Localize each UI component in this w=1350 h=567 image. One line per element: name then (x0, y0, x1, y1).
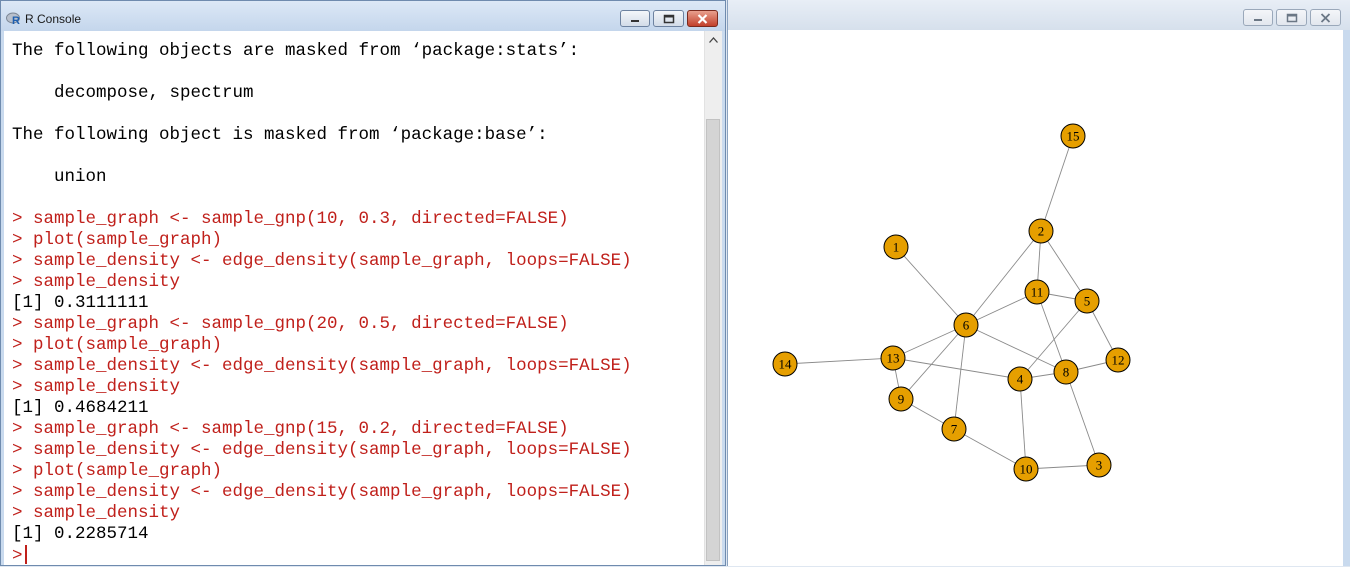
console-command-line: > sample_graph <- sample_gnp(20, 0.5, di… (12, 314, 569, 334)
console-command-line: > sample_density <- edge_density(sample_… (12, 251, 632, 271)
graph-node-15: 15 (1060, 123, 1086, 149)
node-label: 4 (1017, 372, 1024, 387)
console-titlebar[interactable]: R R Console (1, 1, 725, 31)
graph-titlebar[interactable] (728, 0, 1350, 30)
graph-node-13: 13 (880, 345, 906, 371)
r-logo-icon: R (6, 12, 20, 26)
graph-edge-14-13 (784, 357, 894, 365)
text-cursor (24, 545, 27, 564)
minimize-button[interactable] (620, 10, 650, 27)
console-text: The following objects are masked from ‘p… (12, 41, 700, 566)
graph-node-9: 9 (888, 386, 914, 412)
node-label: 2 (1038, 224, 1045, 239)
console-output-line: decompose, spectrum (12, 83, 254, 103)
close-button[interactable] (687, 10, 718, 27)
minimize-icon (1254, 18, 1262, 21)
console-command-line: > sample_graph <- sample_gnp(15, 0.2, di… (12, 419, 569, 439)
console-command-line: > plot(sample_graph) (12, 461, 223, 481)
graph-node-3: 3 (1086, 452, 1112, 478)
vertical-scrollbar[interactable] (704, 31, 722, 565)
scrollbar-thumb[interactable] (706, 119, 720, 561)
graphics-device-window[interactable]: 1 2 3 4 5 6 7 8 9 10 11 12 13 14 15 (727, 0, 1350, 566)
graph-node-5: 5 (1074, 288, 1100, 314)
restore-icon (663, 14, 674, 23)
graph-node-4: 4 (1007, 366, 1033, 392)
graph-minimize-button[interactable] (1243, 9, 1273, 26)
console-command-line: > sample_density <- edge_density(sample_… (12, 482, 632, 502)
console-command-line: > sample_density <- edge_density(sample_… (12, 356, 632, 376)
console-output-area[interactable]: The following objects are masked from ‘p… (4, 31, 722, 566)
node-label: 10 (1020, 462, 1033, 477)
node-label: 3 (1096, 458, 1103, 473)
console-command-line: > sample_density (12, 503, 181, 523)
graph-edge-6-9 (900, 324, 967, 400)
graph-node-8: 8 (1053, 359, 1079, 385)
maximize-button[interactable] (653, 10, 684, 27)
r-console-window[interactable]: R R Console The following objects are ma… (0, 0, 726, 566)
console-output-line: [1] 0.3111111 (12, 293, 149, 313)
plot-area: 1 2 3 4 5 6 7 8 9 10 11 12 13 14 15 (728, 30, 1343, 566)
console-input-line[interactable]: > (12, 545, 700, 566)
graph-edge-4-10 (1019, 378, 1027, 470)
console-title: R Console (25, 12, 82, 26)
close-icon (1320, 12, 1331, 23)
node-label: 15 (1067, 129, 1080, 144)
node-label: 12 (1112, 353, 1125, 368)
console-command-line: > plot(sample_graph) (12, 230, 223, 250)
graph-edge-1-6 (895, 246, 967, 326)
graph-node-7: 7 (941, 416, 967, 442)
console-command-line: > sample_density <- edge_density(sample_… (12, 440, 632, 460)
graph-edge-8-3 (1065, 371, 1100, 466)
console-output-line: [1] 0.2285714 (12, 524, 149, 544)
console-command-line: > sample_graph <- sample_gnp(10, 0.3, di… (12, 209, 569, 229)
console-command-line: > plot(sample_graph) (12, 335, 223, 355)
console-prompt: > (12, 546, 23, 566)
node-label: 9 (898, 392, 905, 407)
node-label: 8 (1063, 365, 1070, 380)
graph-maximize-button[interactable] (1276, 9, 1307, 26)
console-command-line: > sample_density (12, 377, 181, 397)
scroll-up-button[interactable] (705, 31, 722, 48)
graph-edge-6-7 (953, 324, 967, 430)
svg-text:R: R (12, 15, 20, 26)
close-icon (697, 13, 708, 24)
graph-node-6: 6 (953, 312, 979, 338)
chevron-up-icon (709, 36, 718, 43)
node-label: 14 (779, 357, 793, 372)
network-graph: 123456789101112131415 (772, 123, 1131, 482)
graph-edge-2-6 (965, 230, 1042, 326)
graph-node-12: 12 (1105, 347, 1131, 373)
console-output-line: The following object is masked from ‘pac… (12, 125, 548, 145)
graph-node-1: 1 (883, 234, 909, 260)
minimize-icon (631, 19, 639, 22)
graph-node-14: 14 (772, 351, 798, 377)
console-output-line: [1] 0.4684211 (12, 398, 149, 418)
graph-node-10: 10 (1013, 456, 1039, 482)
graph-edge-6-8 (965, 324, 1067, 373)
graph-node-11: 11 (1024, 279, 1050, 305)
node-label: 6 (963, 318, 970, 333)
graph-node-2: 2 (1028, 218, 1054, 244)
restore-icon (1286, 13, 1297, 22)
node-label: 7 (951, 422, 958, 437)
console-output-line: The following objects are masked from ‘p… (12, 41, 580, 61)
node-label: 5 (1084, 294, 1091, 309)
nodes: 123456789101112131415 (772, 123, 1131, 482)
graph-edge-15-2 (1040, 135, 1074, 232)
graph-close-button[interactable] (1310, 9, 1341, 26)
node-label: 11 (1031, 285, 1044, 300)
console-output-line: union (12, 167, 107, 187)
node-label: 13 (887, 351, 900, 366)
graph-edge-13-4 (892, 357, 1021, 380)
console-command-line: > sample_density (12, 272, 181, 292)
node-label: 1 (893, 240, 900, 255)
